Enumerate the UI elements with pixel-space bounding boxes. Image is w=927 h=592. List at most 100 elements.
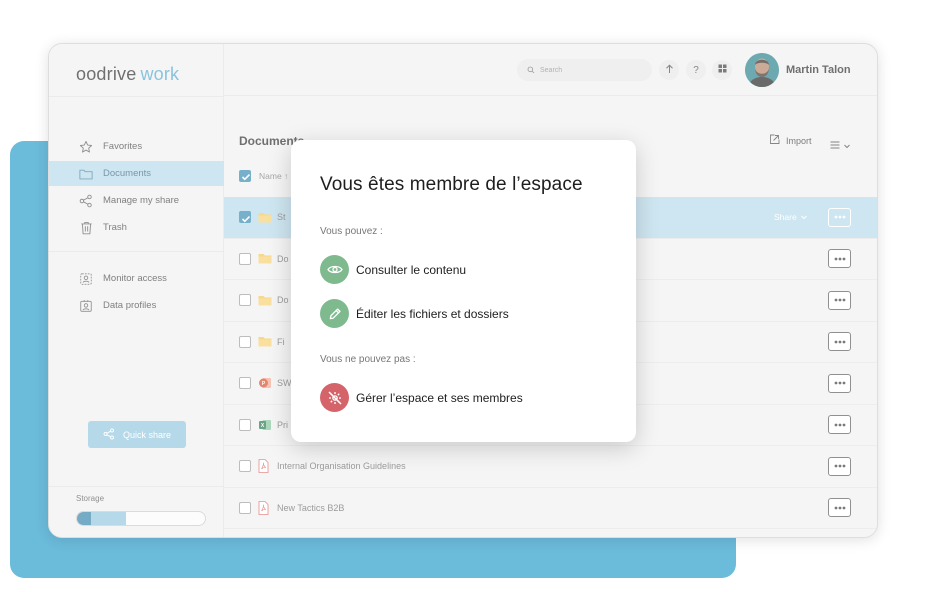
search-placeholder: Search	[540, 66, 563, 74]
app-logo: oodrive work	[76, 64, 179, 85]
table-row[interactable]: New Tactics B2B	[224, 488, 877, 529]
permission-item: Consulter le contenu	[320, 255, 466, 284]
more-dots-icon	[834, 423, 845, 427]
file-name[interactable]: Internal Organisation Guidelines	[277, 461, 406, 471]
row-checkbox[interactable]	[239, 501, 251, 514]
more-dots-icon	[834, 298, 845, 302]
file-name[interactable]: Do	[277, 295, 289, 305]
can-section-label: Vous pouvez :	[320, 226, 383, 237]
folder-icon	[78, 166, 94, 182]
row-more-button[interactable]	[828, 415, 851, 435]
user-name[interactable]: Martin Talon	[786, 64, 851, 76]
sidebar-item-label: Documents	[103, 168, 152, 179]
powerpoint-icon: P	[258, 376, 272, 390]
eye-icon	[320, 255, 349, 284]
permission-item: Éditer les fichiers et dossiers	[320, 299, 509, 328]
sidebar-nav: Favorites Documents Manage my share Tras…	[49, 134, 224, 242]
list-view-icon	[830, 136, 840, 154]
row-checkbox[interactable]	[239, 294, 251, 307]
sidebar-item-documents[interactable]: Documents	[49, 161, 224, 186]
search-input[interactable]: Search	[517, 59, 652, 81]
trash-icon	[78, 220, 94, 236]
sidebar-item-label: Trash	[103, 222, 127, 233]
topbar: Search ? Martin Talon	[224, 44, 877, 96]
monitor-access-icon	[78, 271, 94, 287]
logo-brand: oodrive	[76, 64, 137, 84]
import-button[interactable]: Import	[769, 134, 812, 147]
file-name[interactable]: Do	[277, 254, 289, 264]
storage-label: Storage	[76, 494, 105, 503]
row-share-button[interactable]: Share	[774, 212, 807, 222]
row-checkbox[interactable]	[239, 252, 251, 265]
folder-icon	[258, 336, 272, 347]
share-icon	[78, 193, 94, 209]
column-header-label: Name ↑	[259, 171, 289, 181]
row-checkbox[interactable]	[239, 211, 251, 224]
view-toggle-button[interactable]	[830, 136, 850, 154]
storage-fill	[91, 512, 126, 525]
dialog-title: Vous êtes membre de l’espace	[320, 174, 583, 195]
row-checkbox[interactable]	[239, 335, 251, 348]
column-header-name[interactable]: Name ↑	[239, 170, 288, 182]
sidebar-item-label: Favorites	[103, 141, 143, 152]
apps-button[interactable]	[712, 60, 732, 80]
star-icon	[78, 139, 94, 155]
quick-share-label: Quick share	[122, 429, 172, 440]
sidebar-item-label: Data profiles	[103, 300, 157, 311]
chevron-down-icon	[800, 212, 807, 222]
row-more-button[interactable]	[828, 498, 851, 518]
more-dots-icon	[834, 381, 845, 385]
cannot-section-label: Vous ne pouvez pas :	[320, 354, 416, 365]
sidebar-divider	[49, 96, 224, 97]
sidebar-divider	[49, 486, 224, 487]
more-dots-icon	[834, 340, 845, 344]
row-checkbox[interactable]	[239, 418, 251, 431]
file-name[interactable]: Pri	[277, 420, 288, 430]
row-more-button[interactable]	[828, 373, 851, 393]
select-all-checkbox[interactable]	[239, 170, 251, 182]
row-more-button[interactable]	[828, 249, 851, 269]
excel-icon: X	[258, 418, 272, 432]
row-checkbox[interactable]	[239, 460, 251, 473]
sidebar-admin-nav: Monitor access Data profiles	[49, 266, 224, 320]
upload-arrow-icon	[665, 64, 674, 77]
logo-product: work	[140, 64, 180, 84]
settings-crossed-icon	[320, 383, 349, 412]
row-more-button[interactable]	[828, 207, 851, 227]
help-button[interactable]: ?	[686, 60, 706, 80]
pencil-icon	[320, 299, 349, 328]
more-dots-icon	[834, 464, 845, 468]
more-dots-icon	[834, 257, 845, 261]
upload-button[interactable]	[659, 60, 679, 80]
file-name[interactable]: New Tactics B2B	[277, 503, 344, 513]
file-name[interactable]: SW	[277, 378, 292, 388]
share-label: Share	[774, 212, 797, 223]
row-checkbox[interactable]	[239, 377, 251, 390]
folder-icon	[258, 295, 272, 306]
help-icon: ?	[693, 64, 699, 76]
more-dots-icon	[834, 506, 845, 510]
sidebar-item-favorites[interactable]: Favorites	[49, 134, 224, 159]
storage-bar	[76, 511, 206, 526]
quick-share-button[interactable]: Quick share	[88, 421, 186, 448]
sidebar-item-data-profiles[interactable]: Data profiles	[49, 293, 224, 318]
membership-dialog: Vous êtes membre de l’espace Vous pouvez…	[291, 140, 636, 442]
row-more-button[interactable]	[828, 456, 851, 476]
chevron-down-icon	[844, 136, 850, 154]
sidebar-item-label: Monitor access	[103, 273, 167, 284]
restriction-label: Gérer l’espace et ses membres	[356, 390, 523, 405]
sidebar-item-monitor-access[interactable]: Monitor access	[49, 266, 224, 291]
file-name[interactable]: St	[277, 212, 286, 222]
import-icon	[769, 134, 780, 147]
pdf-icon	[258, 500, 269, 515]
restriction-item: Gérer l’espace et ses membres	[320, 383, 523, 412]
avatar[interactable]	[745, 53, 779, 87]
file-name[interactable]: Fi	[277, 337, 285, 347]
folder-icon	[258, 253, 272, 264]
row-more-button[interactable]	[828, 290, 851, 310]
sidebar-item-manage-share[interactable]: Manage my share	[49, 188, 224, 213]
folder-icon	[258, 212, 272, 223]
row-more-button[interactable]	[828, 332, 851, 352]
sidebar-item-trash[interactable]: Trash	[49, 215, 224, 240]
table-row[interactable]: Internal Organisation Guidelines	[224, 446, 877, 488]
